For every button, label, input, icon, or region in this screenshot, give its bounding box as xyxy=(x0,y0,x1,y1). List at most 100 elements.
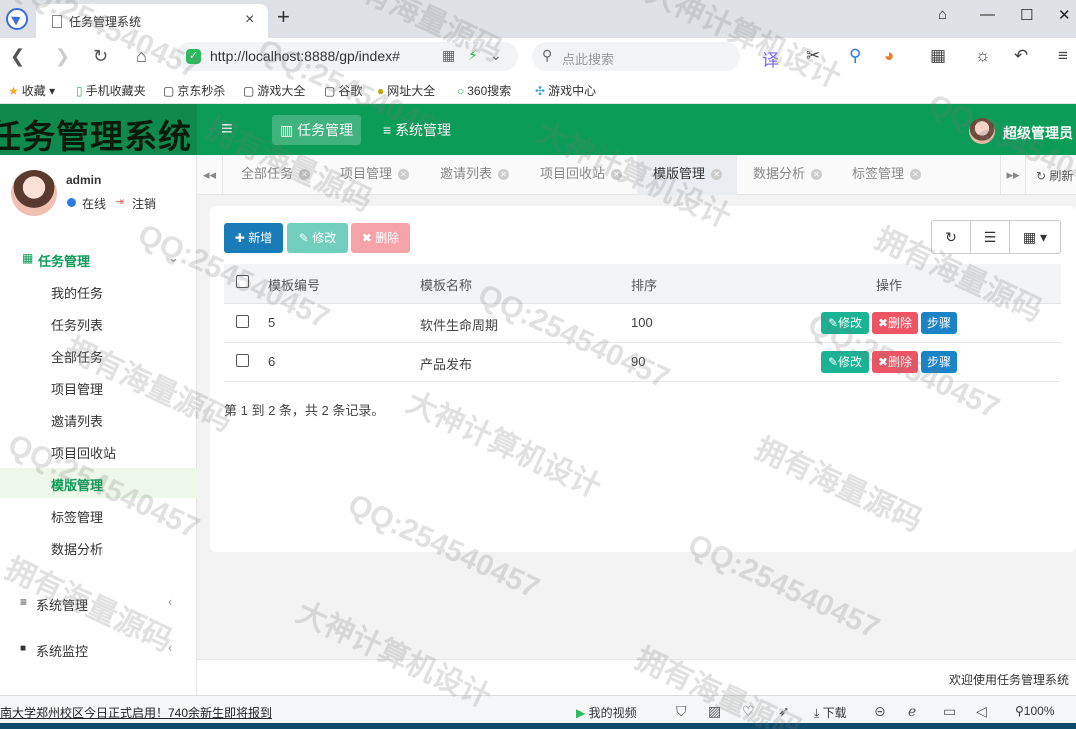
rocket-icon[interactable]: ➶ xyxy=(778,703,790,720)
add-button[interactable]: ✚ 新增 xyxy=(224,223,283,253)
my-video-button[interactable]: ▶ 我的视频 xyxy=(576,704,637,721)
browser-tab[interactable]: 任务管理系统 × xyxy=(36,4,268,38)
tab-invites[interactable]: 邀请列表 ✕ xyxy=(424,155,510,195)
bookmark-item[interactable]: ▢ 谷歌 xyxy=(324,82,362,99)
bookmark-item[interactable]: ▢ 游戏大全 xyxy=(243,82,305,99)
refresh-button[interactable]: ↻ 刷新 xyxy=(1036,167,1073,184)
close-icon[interactable]: ✕ xyxy=(611,169,623,180)
close-icon[interactable]: ✕ xyxy=(498,169,510,180)
bookmark-item[interactable]: ▯ 手机收藏夹 xyxy=(76,82,146,99)
url-text[interactable]: http://localhost:8888/gp/index# xyxy=(210,48,400,64)
edit-button[interactable]: ✎ 修改 xyxy=(287,223,348,253)
menu-icon[interactable]: ≡ xyxy=(1058,46,1068,66)
table-row[interactable]: 6 产品发布 90 ✎修改 ✖删除 步骤 xyxy=(224,343,1061,382)
select-all-checkbox[interactable] xyxy=(236,275,249,288)
tab-all-tasks[interactable]: 全部任务 ✕ xyxy=(225,155,311,195)
sidebar-item-tags[interactable]: 标签管理 xyxy=(0,500,197,530)
maximize-icon[interactable]: ☐ xyxy=(1020,6,1033,24)
sidebar-item-task-list[interactable]: 任务列表 xyxy=(0,308,197,338)
tab-close-icon[interactable]: × xyxy=(245,11,254,29)
table-row[interactable]: 5 软件生命周期 100 ✎修改 ✖删除 步骤 xyxy=(224,304,1061,343)
sidebar-item-all-tasks[interactable]: 全部任务 xyxy=(0,340,197,370)
sidebar-toggle-icon[interactable]: ≡ xyxy=(221,118,233,141)
chevron-down-icon[interactable]: ⌄ xyxy=(490,47,502,64)
sidebar-item-my-tasks[interactable]: 我的任务 xyxy=(0,276,197,306)
game-icon[interactable]: ◕ xyxy=(884,46,894,66)
back-icon[interactable]: ❮ xyxy=(10,46,25,67)
browser-logo-icon[interactable] xyxy=(6,8,28,30)
sidebar-item-invites[interactable]: 邀请列表 xyxy=(0,404,197,434)
minimize-icon[interactable]: — xyxy=(980,6,995,23)
sidebar-group-system[interactable]: ≡ 系统管理 ‹ xyxy=(0,584,197,624)
apps-grid-icon[interactable]: ▦ xyxy=(930,46,946,66)
row-edit-button[interactable]: ✎修改 xyxy=(821,312,869,334)
tabs-scroll-right-icon[interactable]: ▸▸ xyxy=(1000,155,1026,195)
sidebar-group-monitor[interactable]: ■ 系统监控 ‹ xyxy=(0,630,197,670)
sidebar-item-templates[interactable]: 模版管理 xyxy=(0,468,197,498)
sidebar-group-task[interactable]: ▦ 任务管理 ⌄ xyxy=(0,240,197,280)
undo-icon[interactable]: ↶ xyxy=(1014,46,1028,66)
home-icon[interactable]: ⌂ xyxy=(136,46,147,67)
bookmark-item[interactable]: ● 网址大全 xyxy=(377,82,435,99)
image-icon[interactable]: ▨ xyxy=(708,703,721,720)
close-icon[interactable]: ✕ xyxy=(299,169,311,180)
bookmark-item[interactable]: ★ 收藏 ▾ xyxy=(8,82,55,99)
top-menu-system[interactable]: ≡ 系统管理 xyxy=(375,115,459,145)
zoom-level[interactable]: ⚲100% xyxy=(1015,704,1055,718)
close-icon[interactable]: ✕ xyxy=(711,169,723,180)
row-delete-button[interactable]: ✖删除 xyxy=(872,351,918,373)
sidebar-item-analytics[interactable]: 数据分析 xyxy=(0,532,197,562)
bookmark-item[interactable]: ▢ 京东秒杀 xyxy=(163,82,225,99)
scissors-icon[interactable]: ✂ xyxy=(806,46,820,66)
news-link[interactable]: 南大学郑州校区今日正式启用！740余新生即将报到 xyxy=(0,704,272,721)
window-icon[interactable]: ▭ xyxy=(943,703,956,720)
tab-projects[interactable]: 项目管理 ✕ xyxy=(324,155,410,195)
columns-button[interactable]: ▦ ▾ xyxy=(1010,221,1060,253)
column-header[interactable]: 排序 xyxy=(631,275,657,294)
avatar[interactable] xyxy=(969,118,995,144)
link-icon[interactable]: ⊝ xyxy=(874,703,886,720)
logout-icon[interactable]: ⇥ xyxy=(115,195,124,208)
forward-icon[interactable]: ❯ xyxy=(55,46,70,67)
delete-button[interactable]: ✖ 删除 xyxy=(351,223,410,253)
reload-icon[interactable]: ↻ xyxy=(93,46,108,67)
top-menu-task[interactable]: ▥ 任务管理 xyxy=(272,115,362,145)
bookmark-item[interactable]: ○ 360搜索 xyxy=(457,82,511,99)
column-header[interactable]: 模板名称 xyxy=(420,275,472,294)
sidebar-item-projects[interactable]: 项目管理 xyxy=(0,372,197,402)
column-header[interactable]: 模板编号 xyxy=(268,275,320,294)
tabs-scroll-left-icon[interactable]: ◂◂ xyxy=(197,155,223,195)
ie-icon[interactable]: ℯ xyxy=(908,703,916,720)
tab-templates[interactable]: 模版管理 ✕ xyxy=(637,155,737,195)
search-input[interactable]: ⚲ 点此搜索 xyxy=(532,42,740,71)
row-steps-button[interactable]: 步骤 xyxy=(921,351,957,373)
row-delete-button[interactable]: ✖删除 xyxy=(872,312,918,334)
logout-link[interactable]: 注销 xyxy=(132,195,156,212)
sidebar-item-recycle-bin[interactable]: 项目回收站 xyxy=(0,436,197,466)
magnifier-icon[interactable]: ⚲ xyxy=(849,46,861,66)
speaker-icon[interactable]: ◁ xyxy=(976,703,987,720)
address-bar[interactable]: ✓ http://localhost:8888/gp/index# ▦ ⚡ ⌄ xyxy=(176,42,518,71)
toggle-view-button[interactable]: ☰ xyxy=(971,221,1010,253)
close-icon[interactable]: ✕ xyxy=(398,169,410,180)
close-icon[interactable]: ✕ xyxy=(910,169,922,180)
refresh-table-button[interactable]: ↻ xyxy=(932,221,971,253)
new-tab-icon[interactable]: + xyxy=(277,4,290,30)
brightness-icon[interactable]: ☼ xyxy=(975,46,991,66)
tab-tags[interactable]: 标签管理 ✕ xyxy=(836,155,922,195)
heart-icon[interactable]: ♡ xyxy=(742,703,755,720)
close-icon[interactable]: ✕ xyxy=(811,169,823,180)
row-checkbox[interactable] xyxy=(236,315,249,328)
row-steps-button[interactable]: 步骤 xyxy=(921,312,957,334)
shield-icon[interactable]: ⛉ xyxy=(676,703,687,720)
header-username[interactable]: 超级管理员 xyxy=(1003,123,1073,143)
qr-icon[interactable]: ▦ xyxy=(442,47,455,64)
close-window-icon[interactable]: ✕ xyxy=(1058,6,1071,24)
lightning-icon[interactable]: ⚡ xyxy=(468,47,478,64)
tab-analytics[interactable]: 数据分析 ✕ xyxy=(737,155,823,195)
row-edit-button[interactable]: ✎修改 xyxy=(821,351,869,373)
translate-icon[interactable]: 译 xyxy=(762,46,779,71)
tab-recycle-bin[interactable]: 项目回收站 ✕ xyxy=(524,155,623,195)
download-button[interactable]: ⤓ 下载 xyxy=(814,704,847,721)
bookmark-item[interactable]: ✣ 游戏中心 xyxy=(535,82,596,99)
